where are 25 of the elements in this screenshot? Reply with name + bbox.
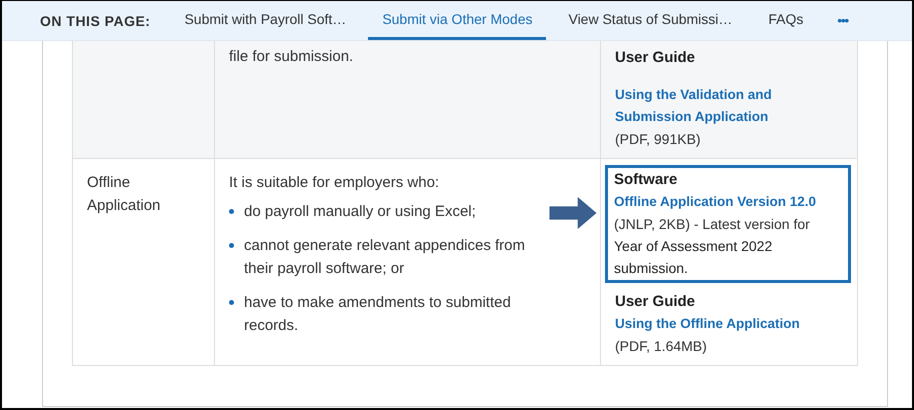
download-text: Using the Validation and Submission Application (PDF, 991KB) — [615, 84, 841, 150]
section-heading: User Guide — [615, 48, 696, 68]
bullet-text: have to make amendments to submitted records. — [244, 293, 512, 336]
download-link[interactable]: Using the Offline Application — [615, 313, 815, 335]
arrow-icon — [549, 197, 597, 229]
download-link[interactable]: Offline Application Version 12.0 — [614, 191, 842, 213]
download-text: Using the Offline Application (PDF, 1.64MB) — [615, 313, 841, 357]
section-heading: Software — [614, 170, 678, 190]
bullet-text: cannot generate relevant appendices from their payroll software; or — [244, 236, 526, 279]
bullet-icon — [229, 243, 234, 248]
download-text: Offline Application Version 12.0 (JNLP, 2KB) - Latest version for — [614, 191, 842, 235]
description-text: file for submission. — [229, 47, 354, 67]
nav-tab[interactable]: FAQs — [754, 1, 818, 40]
nav-tab[interactable]: View Status of Submissi… — [554, 1, 746, 40]
note-text: Year of Assessment 2022 submission. — [614, 237, 774, 278]
bullet-text: do payroll manually or using Excel; — [244, 202, 476, 222]
description-text: It is suitable for employers who: — [229, 173, 440, 193]
download-link[interactable]: Using the Validation and Submission Application — [615, 84, 815, 128]
more-menu[interactable]: ••• — [825, 1, 860, 40]
bullet-icon — [229, 300, 234, 305]
nav-tab[interactable]: Submit with Payroll Soft… — [170, 1, 360, 40]
mode-name: Offline Application — [87, 174, 160, 214]
bullet-icon — [229, 209, 234, 214]
section-heading: User Guide — [615, 292, 696, 312]
nav-label: ON THIS PAGE: — [40, 12, 150, 28]
